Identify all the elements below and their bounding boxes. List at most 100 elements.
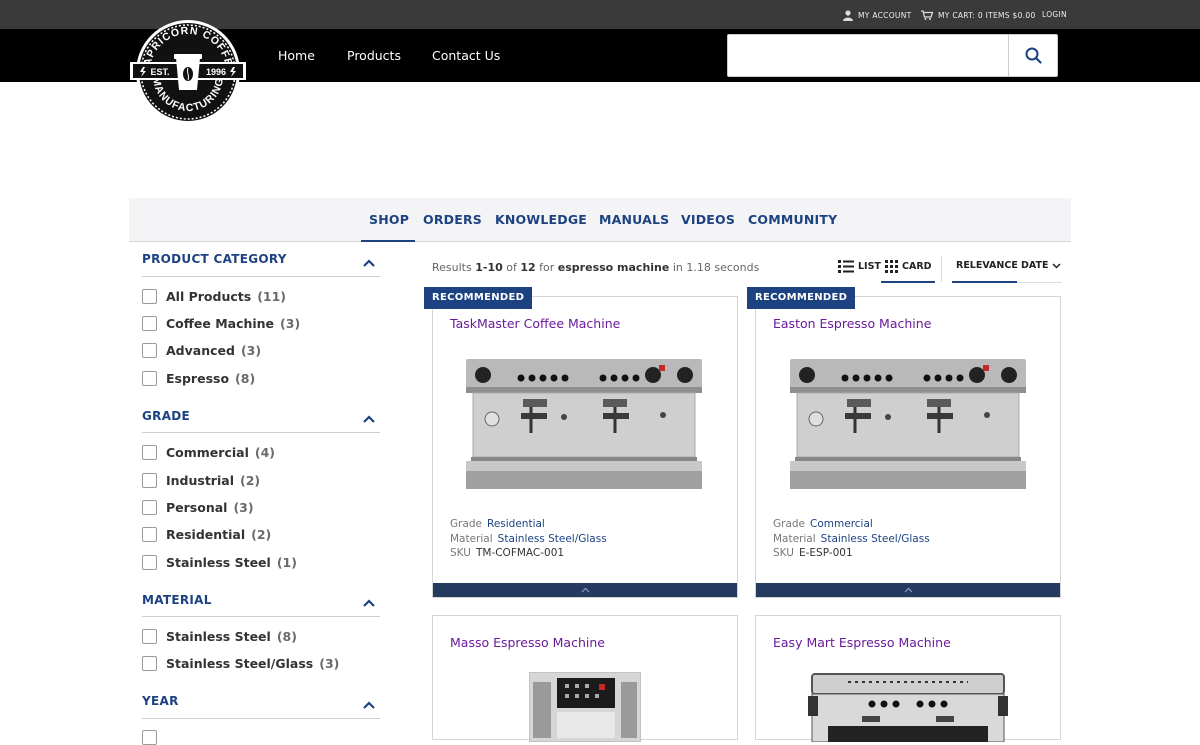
product-meta: Grade Commercial Material Stainless Steel/… xyxy=(773,517,930,561)
facet-option-all-products[interactable]: All Products (11) xyxy=(142,289,286,304)
facet-option-stainless-steel-glass[interactable]: Stainless Steel/Glass (3) xyxy=(142,656,339,671)
checkbox[interactable] xyxy=(142,629,157,644)
facet-option-commercial[interactable]: Commercial (4) xyxy=(142,445,275,460)
card-view-button[interactable]: CARD xyxy=(885,260,932,273)
nav-products[interactable]: Products xyxy=(347,48,401,63)
checkbox[interactable] xyxy=(142,527,157,542)
facet-option-industrial[interactable]: Industrial (2) xyxy=(142,473,260,488)
grade-value[interactable]: Residential xyxy=(487,518,545,530)
my-account-link[interactable]: MY ACCOUNT xyxy=(843,10,912,21)
facet-option-count: (3) xyxy=(240,343,262,358)
facet-option-count: (8) xyxy=(276,629,297,644)
tab-knowledge[interactable]: KNOWLEDGE xyxy=(495,212,587,227)
facet-option-count: (3) xyxy=(233,500,254,515)
search-button[interactable] xyxy=(1008,35,1057,76)
tab-community[interactable]: COMMUNITY xyxy=(748,212,837,227)
login-label: LOGIN xyxy=(1042,10,1067,19)
my-cart-link[interactable]: MY CART: 0 ITEMS $0.00 xyxy=(921,10,1036,20)
checkbox[interactable] xyxy=(142,555,157,570)
facet-option-label: Stainless Steel/Glass xyxy=(166,656,314,671)
material-label: Material xyxy=(773,532,816,545)
list-view-label: LIST xyxy=(858,261,881,272)
chevron-up-icon xyxy=(581,587,589,593)
facet-option-espresso[interactable]: Espresso (8) xyxy=(142,371,255,386)
product-title[interactable]: Masso Espresso Machine xyxy=(450,635,605,650)
chevron-up-icon[interactable] xyxy=(362,414,376,424)
nav-home[interactable]: Home xyxy=(278,48,315,63)
facet-option-coffee-machine[interactable]: Coffee Machine (3) xyxy=(142,316,300,331)
material-value[interactable]: Stainless Steel/Glass xyxy=(498,533,607,545)
facet-option-residential[interactable]: Residential (2) xyxy=(142,527,271,542)
facet-divider xyxy=(142,276,380,277)
checkbox[interactable] xyxy=(142,656,157,671)
login-link[interactable]: LOGIN xyxy=(1042,10,1067,19)
product-card[interactable]: Masso Espresso Machine xyxy=(432,615,738,742)
facet-title-year: YEAR xyxy=(142,694,179,708)
espresso-machine-image xyxy=(808,673,1008,742)
product-title[interactable]: Easy Mart Espresso Machine xyxy=(773,635,951,650)
facet-option-year[interactable] xyxy=(142,730,166,745)
checkbox[interactable] xyxy=(142,445,157,460)
checkbox[interactable] xyxy=(142,500,157,515)
results-range: 1-10 xyxy=(475,261,503,274)
search-icon xyxy=(1025,47,1042,64)
list-icon xyxy=(838,260,854,273)
material-value[interactable]: Stainless Steel/Glass xyxy=(821,533,930,545)
espresso-machine-image xyxy=(790,359,1026,489)
tab-shop[interactable]: SHOP xyxy=(369,212,409,227)
grade-value[interactable]: Commercial xyxy=(810,518,873,530)
sort-relevance-label: RELEVANCE xyxy=(956,260,1018,271)
product-card[interactable]: TaskMaster Coffee Machine Grade Residenti… xyxy=(432,296,738,598)
brand-logo[interactable]: CAPRICORN COFFEE MANUFACTURING EST. 1996 xyxy=(128,18,248,126)
espresso-machine-image xyxy=(466,359,702,489)
tab-manuals[interactable]: MANUALS xyxy=(599,212,669,227)
tab-videos[interactable]: VIDEOS xyxy=(681,212,735,227)
facet-title-grade: GRADE xyxy=(142,409,191,423)
results-total: 12 xyxy=(520,261,536,274)
nav-contact-us[interactable]: Contact Us xyxy=(432,48,500,63)
facet-option-count: (8) xyxy=(235,371,256,386)
facet-option-advanced[interactable]: Advanced (3) xyxy=(142,343,261,358)
facet-option-count: (11) xyxy=(257,289,287,304)
facet-option-stainless-steel[interactable]: Stainless Steel (1) xyxy=(142,555,297,570)
card-view-label: CARD xyxy=(902,261,932,272)
product-meta: Grade Residential Material Stainless Steel… xyxy=(450,517,607,561)
chevron-up-icon[interactable] xyxy=(362,598,376,608)
results-summary: Results 1-10 of 12 for espresso machine … xyxy=(432,261,759,274)
facet-option-label: Industrial xyxy=(166,473,234,488)
recommended-badge: RECOMMENDED xyxy=(747,287,856,309)
facet-divider xyxy=(142,432,380,433)
list-view-button[interactable]: LIST xyxy=(838,260,881,273)
checkbox[interactable] xyxy=(142,289,157,304)
facet-option-count: (4) xyxy=(254,445,275,460)
checkbox[interactable] xyxy=(142,316,157,331)
sort-date-label: DATE xyxy=(1021,260,1049,271)
product-card[interactable]: Easton Espresso Machine Grade Commercial … xyxy=(755,296,1061,598)
grade-label: Grade xyxy=(450,518,483,530)
svg-text:1996: 1996 xyxy=(206,67,226,77)
card-expand-bar[interactable] xyxy=(433,583,737,597)
results-suffix: in 1.18 seconds xyxy=(669,261,760,274)
sort-date-button[interactable]: DATE xyxy=(1021,260,1062,271)
checkbox[interactable] xyxy=(142,473,157,488)
checkbox[interactable] xyxy=(142,371,157,386)
product-title[interactable]: TaskMaster Coffee Machine xyxy=(450,316,620,331)
checkbox[interactable] xyxy=(142,730,157,745)
product-card[interactable]: Easy Mart Espresso Machine xyxy=(755,615,1061,742)
tab-orders[interactable]: ORDERS xyxy=(423,212,482,227)
chevron-up-icon[interactable] xyxy=(362,258,376,268)
espresso-machine-image xyxy=(529,672,641,742)
card-expand-bar[interactable] xyxy=(756,583,1060,597)
facet-divider xyxy=(142,718,380,719)
search-input[interactable] xyxy=(728,35,1008,76)
product-title[interactable]: Easton Espresso Machine xyxy=(773,316,931,331)
facet-option-label: Commercial xyxy=(166,445,249,460)
cart-icon xyxy=(921,10,933,20)
facet-option-stainless-steel[interactable]: Stainless Steel (8) xyxy=(142,629,297,644)
facet-option-personal[interactable]: Personal (3) xyxy=(142,500,254,515)
facet-option-count: (1) xyxy=(276,555,297,570)
checkbox[interactable] xyxy=(142,343,157,358)
facet-option-label: Personal xyxy=(166,500,228,515)
sort-relevance-button[interactable]: RELEVANCE xyxy=(956,260,1018,271)
chevron-up-icon[interactable] xyxy=(362,700,376,710)
